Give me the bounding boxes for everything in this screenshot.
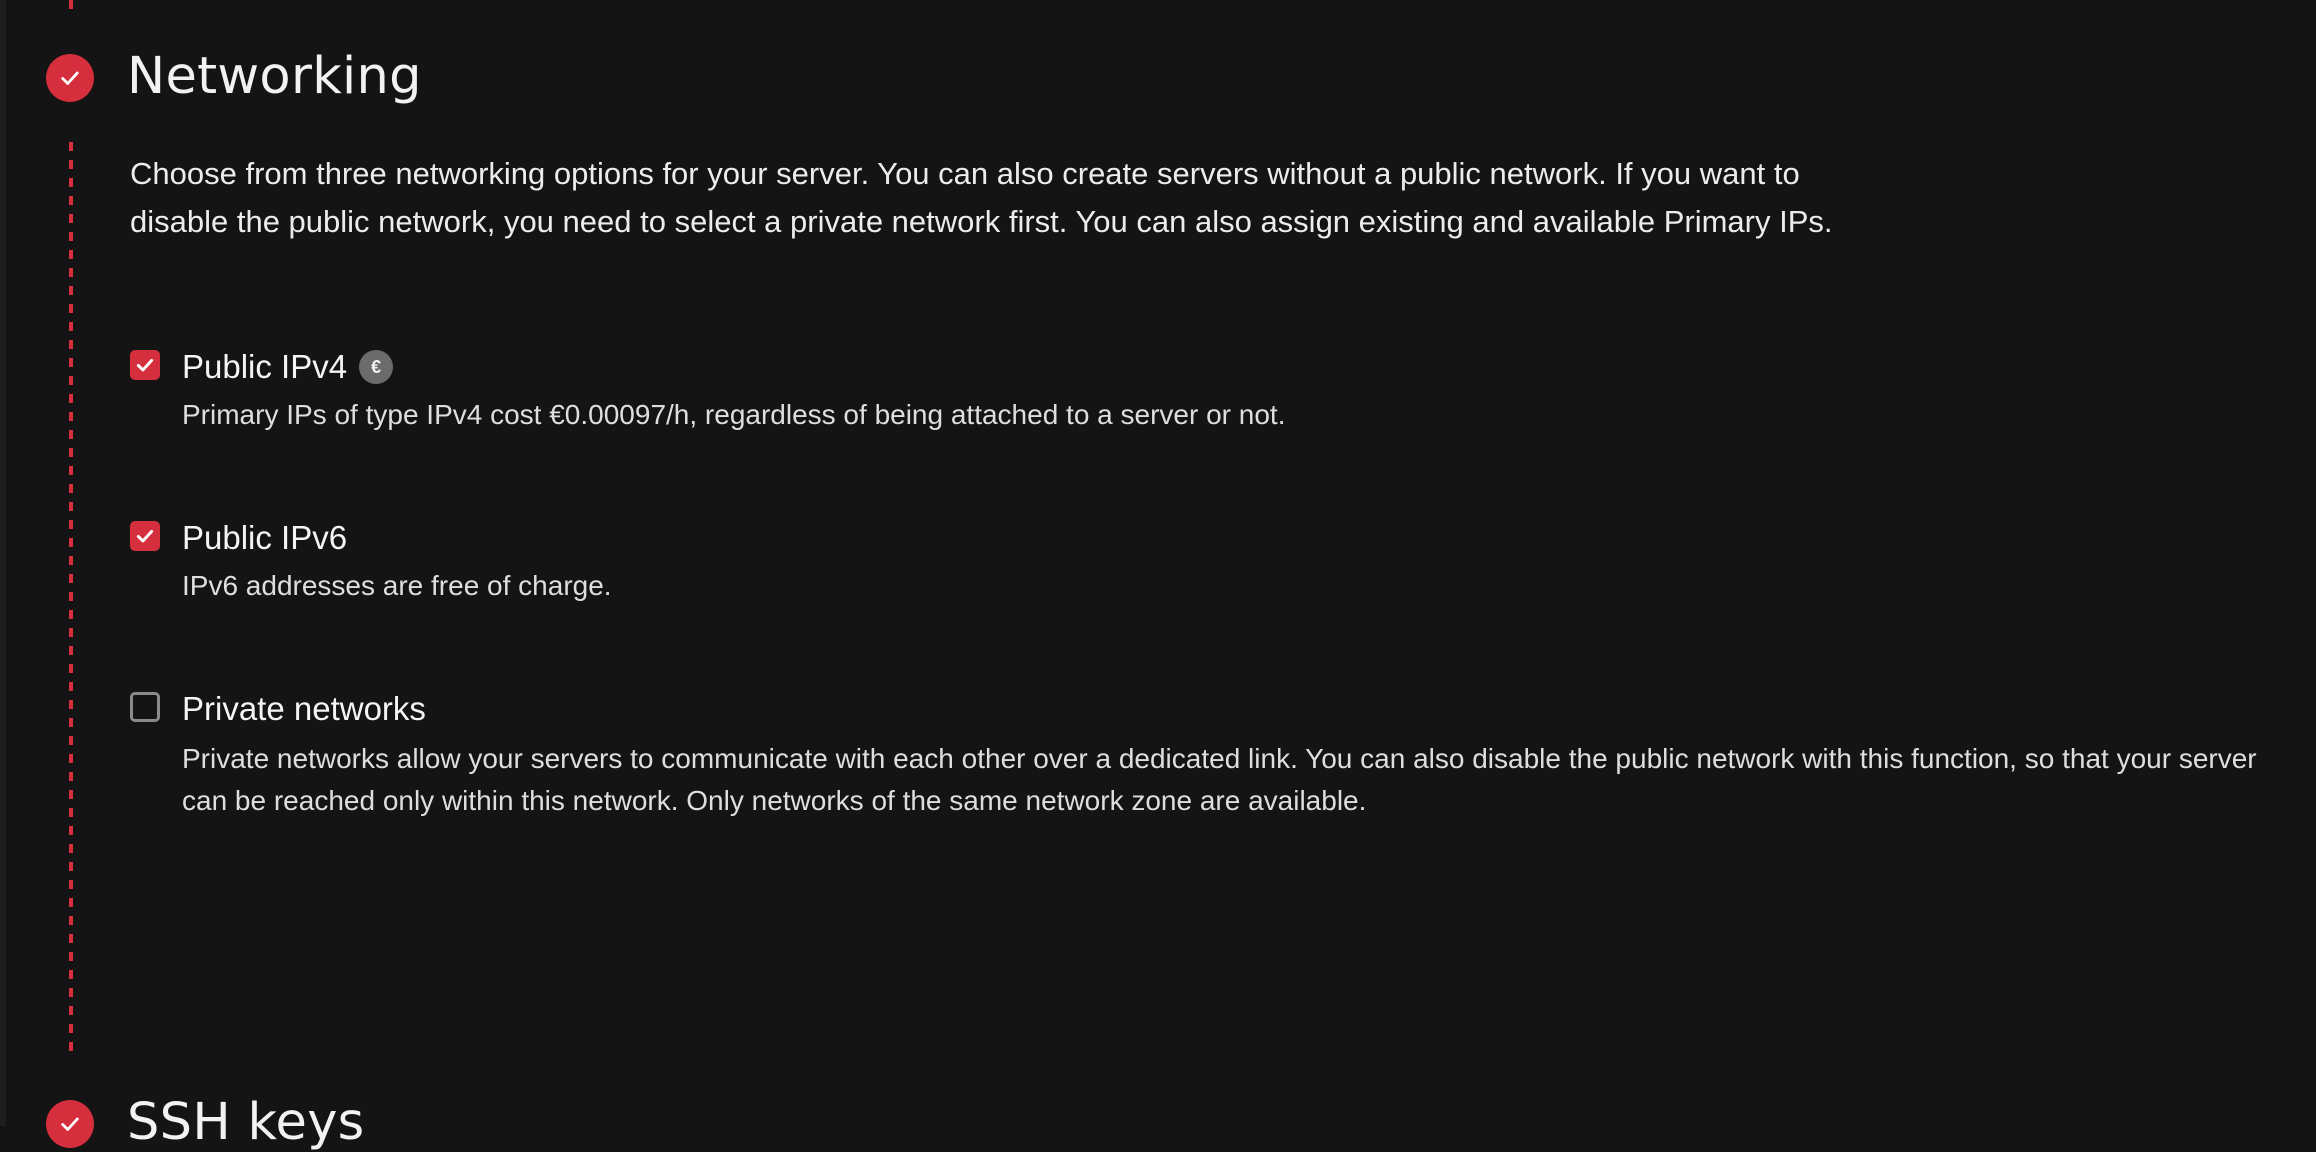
step-connector-networking — [69, 142, 73, 1057]
check-icon — [61, 71, 79, 85]
networking-description: Choose from three networking options for… — [130, 156, 1833, 239]
window-left-border — [0, 0, 6, 1126]
public-ipv4-description: Primary IPs of type IPv4 cost €0.00097/h… — [182, 399, 1286, 430]
public-ipv6-description: IPv6 addresses are free of charge. — [182, 570, 612, 601]
check-icon — [136, 529, 154, 543]
public-ipv6-checkbox[interactable] — [130, 521, 160, 551]
public-ipv4-checkbox[interactable] — [130, 350, 160, 380]
public-ipv4-label-text: Public IPv4 — [182, 348, 348, 385]
step-connector-top — [69, 0, 73, 14]
networking-step-check-icon — [46, 54, 94, 102]
private-networks-description: Private networks allow your servers to c… — [182, 743, 2257, 816]
public-ipv6-label[interactable]: Public IPv6 — [182, 521, 347, 554]
euro-icon[interactable]: € — [359, 350, 394, 385]
ssh-keys-step-check-icon — [46, 1100, 94, 1148]
check-icon — [136, 358, 154, 372]
private-networks-label[interactable]: Private networks — [182, 692, 426, 725]
private-networks-checkbox[interactable] — [130, 692, 160, 722]
ssh-keys-section-title: SSH keys — [127, 1093, 365, 1152]
check-icon — [61, 1117, 79, 1131]
networking-section-title: Networking — [127, 47, 422, 106]
public-ipv4-label[interactable]: Public IPv4 € — [182, 348, 394, 386]
